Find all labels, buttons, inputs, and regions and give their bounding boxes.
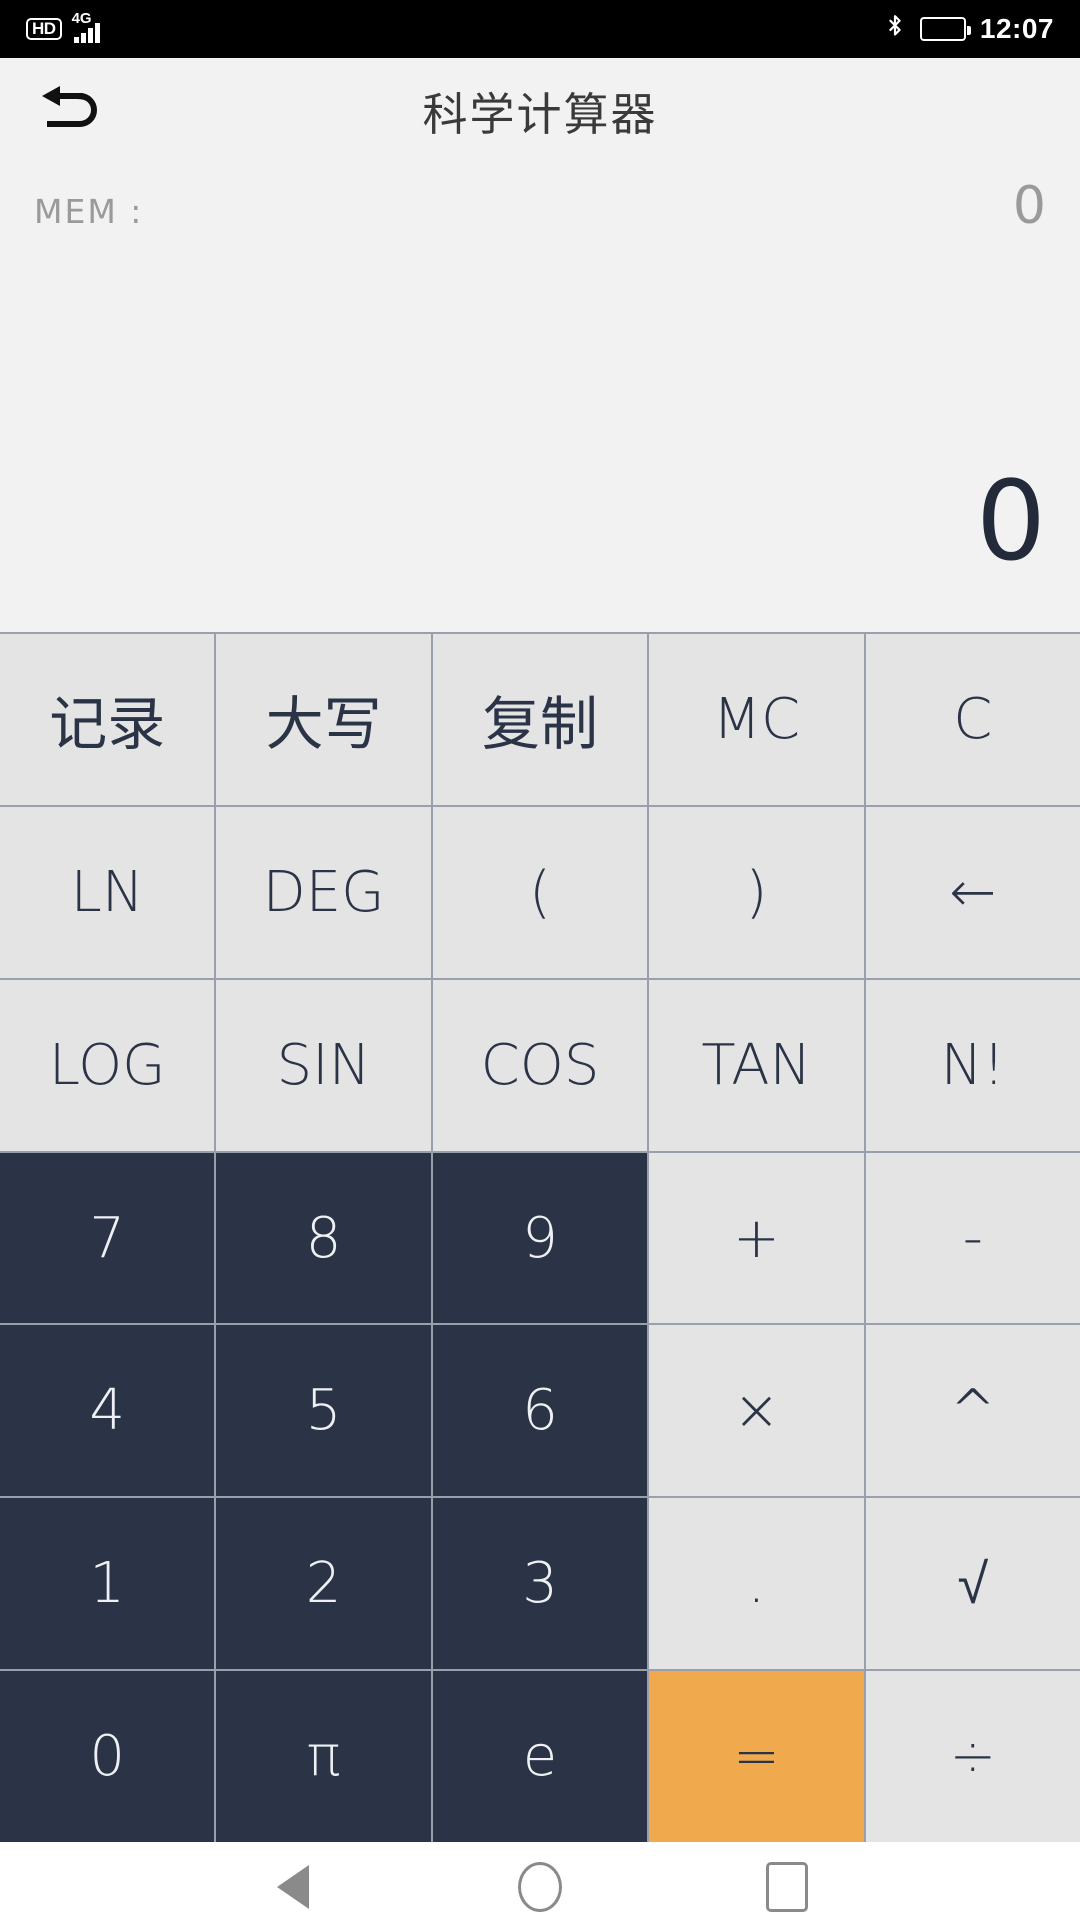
key-6[interactable]: 6 bbox=[432, 1325, 648, 1497]
signal-bars bbox=[73, 23, 100, 43]
key-4[interactable]: 4 bbox=[0, 1325, 215, 1497]
key-÷[interactable]: ÷ bbox=[865, 1671, 1080, 1843]
key-7[interactable]: 7 bbox=[0, 1152, 215, 1324]
key-N![interactable]: N! bbox=[865, 979, 1080, 1151]
title-bar: 科学计算器 bbox=[0, 58, 1080, 162]
system-navigation-bar bbox=[0, 1842, 1080, 1932]
keypad-row: 1 2 3. √ bbox=[0, 1498, 1080, 1670]
key-+[interactable]: + bbox=[649, 1152, 864, 1324]
nav-home-circle-icon bbox=[517, 1862, 562, 1912]
key-SIN[interactable]: SIN bbox=[216, 979, 431, 1151]
keypad-row: 4 5 6 × ^ bbox=[0, 1325, 1080, 1497]
battery-icon bbox=[919, 17, 971, 41]
status-bar: HD 4G 12:07 bbox=[0, 0, 1080, 58]
key-=[interactable]: = bbox=[649, 1671, 864, 1843]
key-8[interactable]: 8 bbox=[216, 1152, 431, 1324]
key-([interactable]: ( bbox=[432, 806, 648, 978]
key-^[interactable]: ^ bbox=[865, 1325, 1080, 1497]
key-大写[interactable]: 大写 bbox=[216, 634, 431, 805]
key-记录[interactable]: 记录 bbox=[0, 634, 215, 805]
memory-label: MEM : bbox=[34, 192, 144, 231]
key-←[interactable]: ← bbox=[865, 806, 1080, 978]
status-bar-right-icons: 12:07 bbox=[884, 13, 1054, 45]
keypad-row: 记录 大写 复制 MC C bbox=[0, 634, 1080, 805]
key-3[interactable]: 3 bbox=[432, 1498, 648, 1670]
key-√[interactable]: √ bbox=[865, 1498, 1080, 1670]
keypad: 记录 大写 复制 MC C LN DEG() ← LOG SIN COS TAN N! 7 8 9 + -4 5 6 ×… bbox=[0, 632, 1080, 1843]
key-π[interactable]: π bbox=[216, 1671, 431, 1843]
status-bar-left-icons: HD 4G bbox=[26, 11, 114, 45]
bluetooth-icon bbox=[884, 13, 906, 45]
nav-back-button[interactable] bbox=[233, 1842, 353, 1932]
key-MC[interactable]: MC bbox=[649, 634, 864, 805]
nav-recents-square-icon bbox=[765, 1862, 808, 1912]
keypad-row: LOG SIN COS TAN N! bbox=[0, 979, 1080, 1151]
key-1[interactable]: 1 bbox=[0, 1498, 215, 1670]
key-5[interactable]: 5 bbox=[216, 1325, 431, 1497]
key-COS[interactable]: COS bbox=[432, 979, 648, 1151]
key-LN[interactable]: LN bbox=[0, 806, 215, 978]
cellular-signal-icon: 4G bbox=[72, 11, 114, 45]
hd-icon: HD bbox=[26, 18, 62, 40]
display-value: 0 bbox=[976, 457, 1046, 585]
key-0[interactable]: 0 bbox=[0, 1671, 215, 1843]
key-.[interactable]: . bbox=[649, 1498, 864, 1670]
page-title: 科学计算器 bbox=[422, 87, 658, 141]
key-TAN[interactable]: TAN bbox=[649, 979, 864, 1151]
key--[interactable]: - bbox=[865, 1152, 1080, 1324]
key-LOG[interactable]: LOG bbox=[0, 979, 215, 1151]
key-复制[interactable]: 复制 bbox=[432, 634, 648, 805]
memory-value: 0 bbox=[1012, 176, 1046, 236]
key-e[interactable]: e bbox=[432, 1671, 648, 1843]
key-9[interactable]: 9 bbox=[432, 1152, 648, 1324]
key-2[interactable]: 2 bbox=[216, 1498, 431, 1670]
status-bar-clock: 12:07 bbox=[979, 13, 1054, 44]
key-C[interactable]: C bbox=[865, 634, 1080, 805]
nav-recents-button[interactable] bbox=[727, 1842, 847, 1932]
calculator-display: MEM : 0 0 bbox=[0, 162, 1080, 632]
key-×[interactable]: × bbox=[649, 1325, 864, 1497]
key-DEG[interactable]: DEG bbox=[216, 806, 431, 978]
key-)[interactable]: ) bbox=[649, 806, 864, 978]
nav-home-button[interactable] bbox=[480, 1842, 600, 1932]
nav-back-triangle-icon bbox=[277, 1865, 310, 1909]
calculator-app-screen: HD 4G 12:07 科学计算器 MEM: 0 0 记录 大写 复制 MC … bbox=[0, 0, 1080, 1932]
keypad-row: 0 π e = ÷ bbox=[0, 1671, 1080, 1843]
keypad-row: LN DEG() ← bbox=[0, 806, 1080, 978]
memory-row: MEM : 0 bbox=[0, 176, 1080, 236]
keypad-row: 7 8 9 + - bbox=[0, 1152, 1080, 1324]
